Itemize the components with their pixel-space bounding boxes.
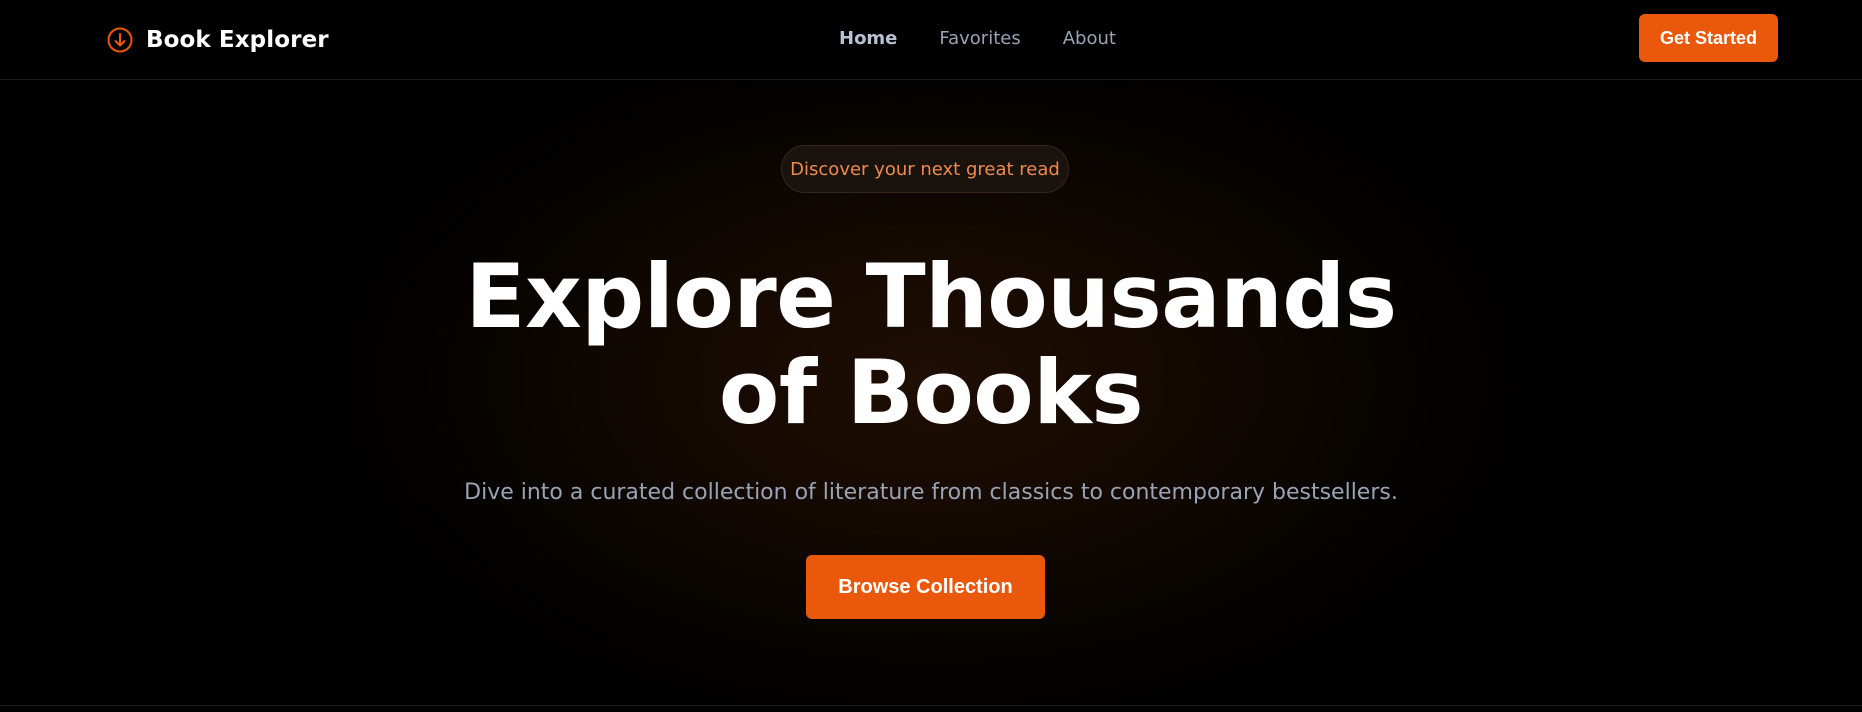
nav-link-favorites[interactable]: Favorites <box>939 28 1020 49</box>
main-nav: Home Favorites About <box>839 24 1116 52</box>
nav-link-home[interactable]: Home <box>839 28 897 49</box>
browse-collection-button[interactable]: Browse Collection <box>806 555 1045 619</box>
brand[interactable]: Book Explorer <box>106 24 329 56</box>
hero-title-line-1: Explore Thousands <box>465 245 1397 348</box>
hero-title-line-2: of Books <box>718 341 1144 444</box>
hero-badge: Discover your next great read <box>781 145 1069 193</box>
navbar: Book Explorer Home Favorites About Get S… <box>0 0 1862 80</box>
brand-name: Book Explorer <box>146 27 329 53</box>
page: Book Explorer Home Favorites About Get S… <box>0 0 1862 712</box>
section-divider <box>0 705 1862 706</box>
hero-title: Explore Thousands of Books <box>331 249 1531 441</box>
nav-link-about[interactable]: About <box>1063 28 1116 49</box>
hero-section: Discover your next great read Explore Th… <box>0 81 1862 705</box>
arrow-down-circle-icon <box>106 26 134 54</box>
hero-subtitle: Dive into a curated collection of litera… <box>464 480 1398 505</box>
get-started-button[interactable]: Get Started <box>1639 14 1778 62</box>
